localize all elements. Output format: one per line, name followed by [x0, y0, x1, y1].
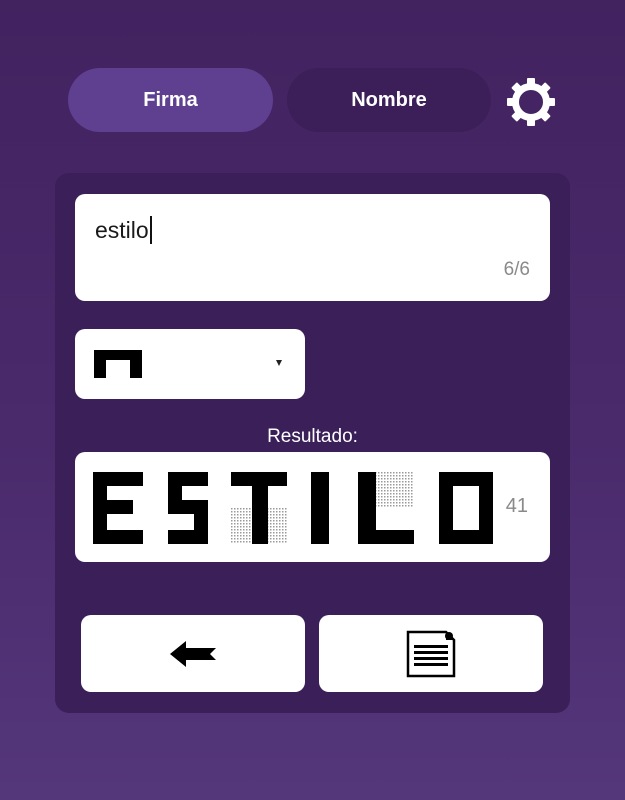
style-preview-glyph [94, 350, 142, 378]
text-caret [149, 216, 152, 244]
result-count: 41 [505, 495, 528, 517]
rendered-signature-art [93, 472, 493, 544]
result-label: Resultado: [267, 426, 358, 447]
input-value: estilo [95, 216, 149, 243]
arrow-left-icon [170, 640, 216, 667]
name-input[interactable]: estilo 6/6 [75, 194, 550, 301]
dropdown-triangle-icon[interactable] [276, 360, 282, 366]
tab-nombre-label: Nombre [351, 88, 427, 111]
document-icon [406, 630, 456, 677]
tab-nombre[interactable]: Nombre [287, 68, 491, 132]
character-counter: 6/6 [503, 259, 530, 280]
gear-icon [507, 78, 555, 126]
tab-firma-label: Firma [143, 88, 198, 111]
tab-firma[interactable]: Firma [68, 68, 273, 132]
style-select[interactable] [75, 329, 305, 399]
result-display: 41 [75, 452, 550, 562]
document-button[interactable] [319, 615, 543, 692]
back-button[interactable] [81, 615, 305, 692]
settings-button[interactable] [505, 76, 557, 128]
